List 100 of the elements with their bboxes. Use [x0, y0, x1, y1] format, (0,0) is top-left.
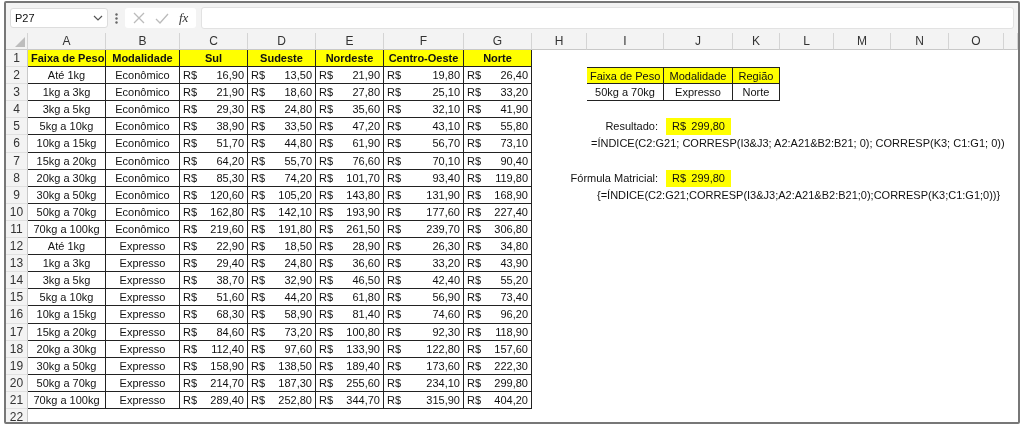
table-header-cell: Região [733, 67, 780, 85]
table-cell: R$ 38,90 [180, 118, 248, 136]
column-header[interactable]: C [180, 33, 248, 50]
table-cell: R$ 56,70 [384, 135, 464, 153]
table-header-cell: Centro-Oeste [384, 50, 464, 68]
table-cell: R$ 43,10 [384, 118, 464, 136]
table-cell: R$ 42,40 [384, 272, 464, 290]
table-cell: R$ 119,80 [464, 169, 532, 187]
table-cell: R$ 96,20 [464, 306, 532, 324]
table-cell: R$ 24,80 [248, 255, 316, 273]
table-header-cell: Nordeste [316, 50, 384, 68]
table-cell: R$ 74,20 [248, 169, 316, 187]
table-cell: R$ 29,40 [180, 255, 248, 273]
table-cell: Econômico [106, 169, 180, 187]
table-cell: Expresso [106, 238, 180, 256]
table-cell: Expresso [106, 289, 180, 307]
row-header[interactable]: 4 [6, 101, 28, 119]
table-cell: 15kg a 20kg [28, 323, 106, 341]
table-header-cell: Sul [180, 50, 248, 68]
column-header[interactable]: O [949, 33, 1004, 50]
table-cell: R$ 18,50 [248, 238, 316, 256]
table-cell: 70kg a 100kg [28, 220, 106, 239]
column-header[interactable]: D [248, 33, 316, 50]
table-cell: R$ 22,90 [180, 238, 248, 256]
table-cell: R$ 19,80 [384, 67, 464, 85]
table-cell: R$ 187,30 [248, 374, 316, 392]
select-all-icon[interactable] [15, 37, 25, 47]
column-header[interactable]: J [664, 33, 733, 50]
table-cell: R$ 61,90 [316, 135, 384, 153]
row-header[interactable]: 13 [6, 255, 28, 273]
table-cell: R$ 33,50 [248, 118, 316, 136]
table-cell: R$ 74,60 [384, 306, 464, 324]
table-cell: 50kg a 70kg [28, 203, 106, 221]
table-cell: R$ 100,80 [316, 323, 384, 341]
table-cell: R$ 21,90 [180, 84, 248, 102]
table-cell: 30kg a 50kg [28, 357, 106, 375]
table-cell: R$ 85,30 [180, 169, 248, 187]
column-header[interactable]: K [733, 33, 780, 50]
table-cell: R$ 219,60 [180, 220, 248, 239]
table-cell: R$ 122,80 [384, 340, 464, 358]
table-cell: R$ 68,30 [180, 306, 248, 324]
column-header[interactable]: N [891, 33, 949, 50]
column-header[interactable]: A [28, 33, 106, 50]
table-cell: R$ 51,70 [180, 135, 248, 153]
row-header[interactable]: 14 [6, 272, 28, 290]
drag-handle-icon[interactable] [115, 12, 118, 24]
row-header[interactable]: 16 [6, 306, 28, 324]
row-header[interactable]: 1 [6, 50, 28, 68]
column-header[interactable]: B [106, 33, 180, 50]
table-cell: 20kg a 30kg [28, 340, 106, 358]
table-cell: R$ 105,20 [248, 186, 316, 204]
row-header[interactable]: 3 [6, 84, 28, 102]
table-cell: Expresso [106, 340, 180, 358]
table-cell: R$ 168,90 [464, 186, 532, 204]
row-header[interactable]: 12 [6, 238, 28, 256]
table-cell: Econômico [106, 67, 180, 85]
column-header[interactable]: G [464, 33, 532, 50]
table-cell: R$ 36,60 [316, 255, 384, 273]
table-cell: R$ 47,20 [316, 118, 384, 136]
table-cell: R$ 97,60 [248, 340, 316, 358]
table-cell: R$ 255,60 [316, 374, 384, 392]
table-cell: Econômico [106, 118, 180, 136]
table-cell: R$ 58,90 [248, 306, 316, 324]
column-header[interactable]: I [587, 33, 664, 50]
row-header[interactable]: 15 [6, 289, 28, 307]
row-header[interactable]: 6 [6, 135, 28, 153]
column-header[interactable]: M [834, 33, 891, 50]
table-cell: R$ 90,40 [464, 152, 532, 170]
table-cell: Econômico [106, 220, 180, 239]
table-cell: R$ 299,80 [464, 374, 532, 392]
table-cell: R$ 32,10 [384, 101, 464, 119]
result-label: Resultado: [604, 119, 659, 135]
table-cell: Expresso [106, 374, 180, 392]
cancel-icon[interactable] [133, 12, 145, 24]
row-header[interactable]: 5 [6, 118, 28, 136]
column-header[interactable]: H [532, 33, 587, 50]
name-box[interactable]: P27 [10, 8, 108, 28]
table-cell: Expresso [106, 272, 180, 290]
table-cell: R$ 84,60 [180, 323, 248, 341]
checkmark-icon[interactable] [155, 12, 169, 24]
insert-function-button[interactable]: fx [179, 10, 189, 26]
table-cell: R$ 44,20 [248, 289, 316, 307]
formula-input[interactable] [201, 7, 1014, 29]
row-header[interactable]: 2 [6, 67, 28, 85]
table-cell: R$ 133,90 [316, 340, 384, 358]
table-cell: Expresso [106, 391, 180, 409]
column-header[interactable]: E [316, 33, 384, 50]
table-cell: R$ 56,90 [384, 289, 464, 307]
table-cell: R$ 112,40 [180, 340, 248, 358]
table-cell: 3kg a 5kg [28, 272, 106, 290]
table-cell: R$ 157,60 [464, 340, 532, 358]
table-cell: R$ 26,30 [384, 238, 464, 256]
column-header[interactable]: F [384, 33, 464, 50]
table-cell: R$ 306,80 [464, 220, 532, 239]
table-cell: R$ 34,80 [464, 238, 532, 256]
table-header-cell: Faixa de Peso [28, 50, 106, 68]
result-value: R$ 299,80 [666, 169, 731, 187]
column-header[interactable]: L [780, 33, 834, 50]
table-cell: R$ 173,60 [384, 357, 464, 375]
table-cell: R$ 142,10 [248, 203, 316, 221]
